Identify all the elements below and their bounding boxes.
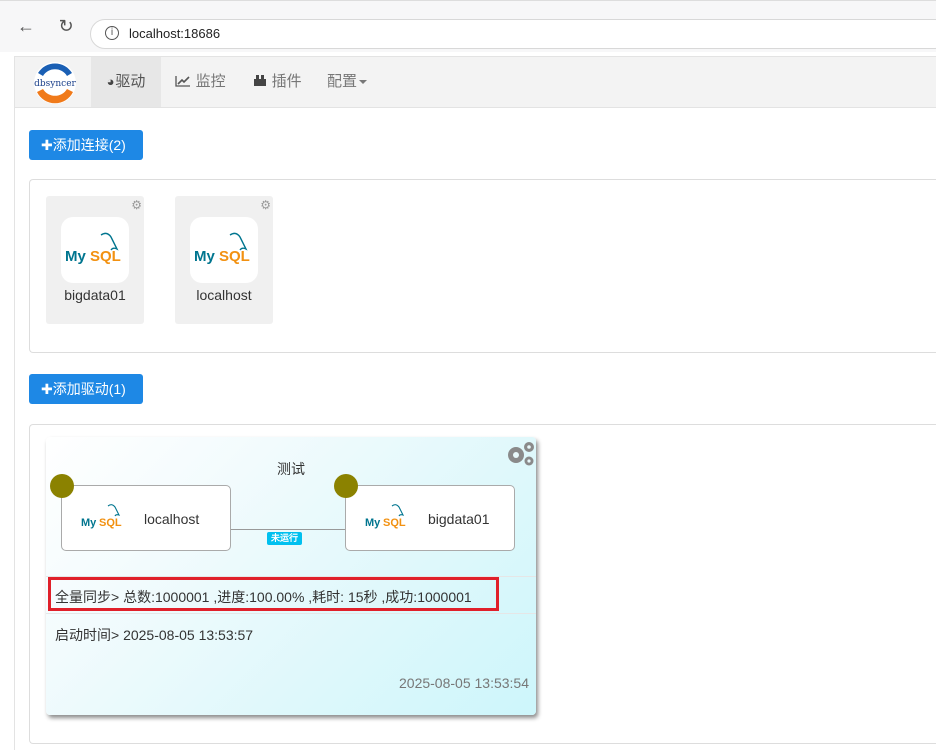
connection-name: localhost [196, 287, 252, 303]
app-navbar: dbsyncer ◕驱动 监控 插件 配置 [14, 56, 936, 108]
mysql-logo: My SQL [365, 504, 406, 529]
target-name: bigdata01 [428, 511, 490, 527]
nav-item-config[interactable]: 配置 [327, 57, 368, 107]
browser-toolbar: ← ↻ i localhost:18686 [0, 0, 936, 52]
updated-timestamp: 2025-08-05 13:53:54 [399, 675, 529, 691]
highlight-box [48, 577, 499, 611]
svg-text:My: My [194, 248, 215, 265]
status-badge: 未运行 [267, 532, 303, 545]
nav-item-monitor[interactable]: 监控 [175, 57, 226, 107]
nav-item-plugin[interactable]: 插件 [253, 57, 302, 107]
mysql-logo: My SQL [81, 504, 122, 529]
target-connector-dot [334, 474, 358, 498]
svg-text:SQL: SQL [99, 517, 122, 529]
source-endpoint[interactable]: My SQL localhost [50, 474, 231, 551]
url-text[interactable]: localhost:18686 [129, 26, 220, 41]
info-icon[interactable]: i [105, 26, 119, 40]
connector-line [231, 529, 345, 530]
dashboard-icon: ◕ [106, 74, 115, 89]
logo-text: dbsyncer [34, 79, 76, 89]
add-driver-button[interactable]: ✚添加驱动(1) [29, 374, 143, 404]
connection-name: bigdata01 [64, 287, 126, 303]
reload-icon[interactable]: ↻ [56, 16, 76, 36]
mysql-logo: My SQL [61, 217, 129, 283]
back-arrow-icon[interactable]: ← [16, 16, 36, 36]
source-name: localhost [144, 511, 200, 527]
svg-text:SQL: SQL [219, 248, 250, 265]
plugin-icon [253, 74, 271, 89]
address-bar[interactable]: i localhost:18686 [90, 19, 936, 49]
line-chart-icon [175, 74, 195, 89]
svg-text:SQL: SQL [90, 248, 121, 265]
connection-card[interactable]: ⚙ My SQL bigdata01 [46, 196, 144, 324]
plus-icon: ✚ [41, 137, 53, 153]
dbsyncer-logo[interactable]: dbsyncer [31, 59, 79, 107]
mysql-logo: My SQL [190, 217, 258, 283]
left-border [14, 108, 15, 750]
svg-text:My: My [65, 248, 86, 265]
driver-card[interactable]: 测试 My SQL localhost 未运行 My SQL bigdata01… [46, 437, 536, 715]
svg-text:My: My [81, 517, 97, 529]
source-connector-dot [50, 474, 74, 498]
svg-text:SQL: SQL [383, 517, 406, 529]
connection-card[interactable]: ⚙ My SQL localhost [175, 196, 273, 324]
gear-icon[interactable]: ⚙ [131, 198, 142, 212]
gears-icon[interactable] [504, 439, 536, 469]
add-connection-button[interactable]: ✚添加连接(2) [29, 130, 143, 160]
nav-item-drive[interactable]: ◕驱动 [91, 57, 161, 107]
caret-down-icon [359, 80, 368, 85]
svg-text:My: My [365, 517, 381, 529]
connections-panel: ⚙ My SQL bigdata01 ⚙ My SQL localhost [29, 179, 936, 353]
gear-icon[interactable]: ⚙ [260, 198, 271, 212]
start-time: 启动时间> 2025-08-05 13:53:57 [55, 627, 254, 643]
plus-icon: ✚ [41, 381, 53, 397]
drivers-panel: 测试 My SQL localhost 未运行 My SQL bigdata01… [29, 424, 936, 744]
divider [46, 613, 536, 614]
driver-name: 测试 [277, 461, 305, 477]
target-endpoint[interactable]: My SQL bigdata01 [334, 474, 515, 551]
